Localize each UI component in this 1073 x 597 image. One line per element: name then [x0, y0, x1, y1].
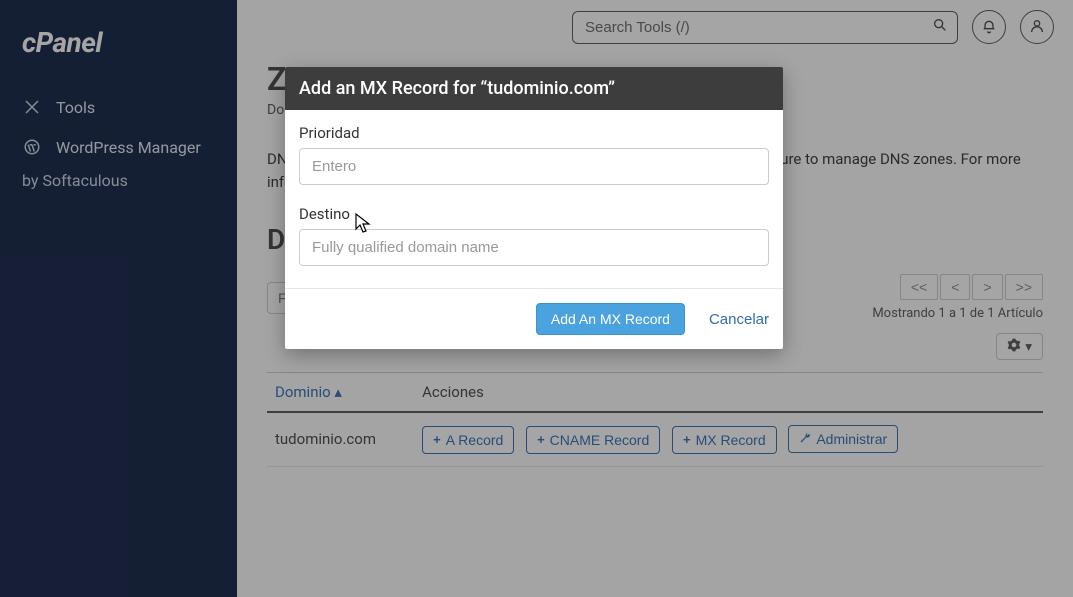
destination-input[interactable] [299, 229, 769, 266]
destination-label: Destino [299, 205, 769, 223]
modal-footer: Add An MX Record Cancelar [285, 288, 783, 349]
cancel-button[interactable]: Cancelar [709, 311, 769, 328]
priority-input[interactable] [299, 148, 769, 185]
modal-title: Add an MX Record for “tudominio.com” [285, 67, 783, 110]
add-mx-submit-button[interactable]: Add An MX Record [536, 303, 685, 335]
priority-label: Prioridad [299, 124, 769, 142]
modal-add-mx: Add an MX Record for “tudominio.com” Pri… [285, 67, 783, 349]
modal-body: Prioridad Destino [285, 110, 783, 288]
